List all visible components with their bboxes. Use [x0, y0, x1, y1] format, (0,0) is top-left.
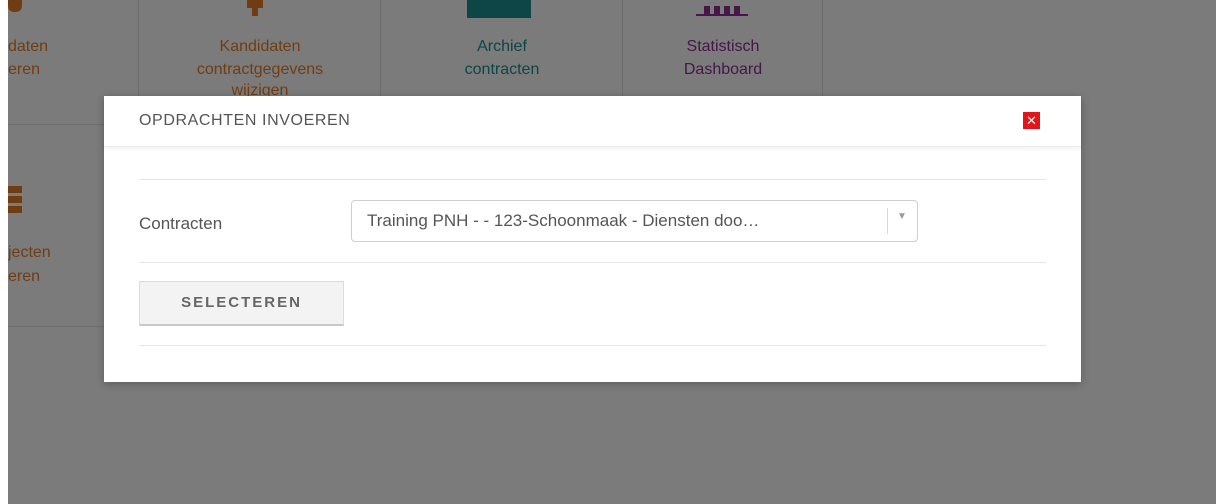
- divider: [139, 179, 1046, 180]
- contracten-select[interactable]: Training PNH - - 123-Schoonmaak - Dienst…: [351, 200, 918, 242]
- chevron-down-icon[interactable]: ▼: [897, 211, 907, 222]
- divider: [139, 262, 1046, 263]
- page-edge: [0, 0, 8, 504]
- dialog-title: OPDRACHTEN INVOEREN: [139, 112, 351, 129]
- close-icon[interactable]: ✕: [1023, 112, 1040, 129]
- selecteren-button[interactable]: SELECTEREN: [139, 281, 344, 326]
- opdrachten-invoeren-dialog: OPDRACHTEN INVOEREN ✕ Contracten Trainin…: [104, 96, 1081, 382]
- contracten-label: Contracten: [139, 214, 223, 233]
- dialog-header: OPDRACHTEN INVOEREN ✕: [104, 96, 1081, 147]
- select-separator: [887, 208, 888, 234]
- select-value: Training PNH - - 123-Schoonmaak - Dienst…: [367, 211, 760, 230]
- divider: [139, 345, 1046, 346]
